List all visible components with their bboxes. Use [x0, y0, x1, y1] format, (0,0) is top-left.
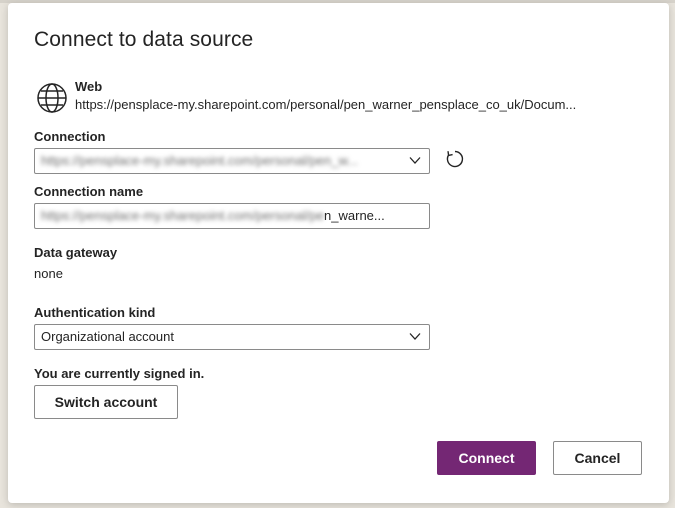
- signin-status: You are currently signed in.: [34, 366, 205, 381]
- switch-account-button[interactable]: Switch account: [34, 385, 178, 419]
- source-type: Web: [75, 79, 103, 94]
- connect-dialog: Connect to data source Web https://pensp…: [8, 3, 669, 503]
- chevron-down-icon: [409, 333, 421, 340]
- connection-name-input[interactable]: https://pensplace-my.sharepoint.com/pers…: [34, 203, 430, 229]
- connect-button[interactable]: Connect: [437, 441, 536, 475]
- auth-kind-select[interactable]: Organizational account: [34, 324, 430, 350]
- data-gateway-value: none: [34, 266, 63, 281]
- auth-kind-label: Authentication kind: [34, 305, 156, 320]
- chevron-down-icon: [409, 157, 421, 164]
- dialog-title: Connect to data source: [34, 28, 254, 51]
- connection-name-label: Connection name: [34, 184, 144, 199]
- globe-icon: [37, 83, 67, 113]
- refresh-icon[interactable]: [445, 149, 465, 169]
- auth-kind-value: Organizational account: [41, 329, 174, 344]
- source-url: https://pensplace-my.sharepoint.com/pers…: [75, 97, 577, 112]
- connection-name-visible: n_warne...: [324, 208, 385, 223]
- data-gateway-label: Data gateway: [34, 245, 118, 260]
- connection-select[interactable]: https://pensplace-my.sharepoint.com/pers…: [34, 148, 430, 174]
- connection-value-obscured: https://pensplace-my.sharepoint.com/pers…: [41, 153, 358, 168]
- connection-label: Connection: [34, 129, 106, 144]
- cancel-button[interactable]: Cancel: [553, 441, 642, 475]
- connection-name-obscured: https://pensplace-my.sharepoint.com/pers…: [41, 208, 325, 223]
